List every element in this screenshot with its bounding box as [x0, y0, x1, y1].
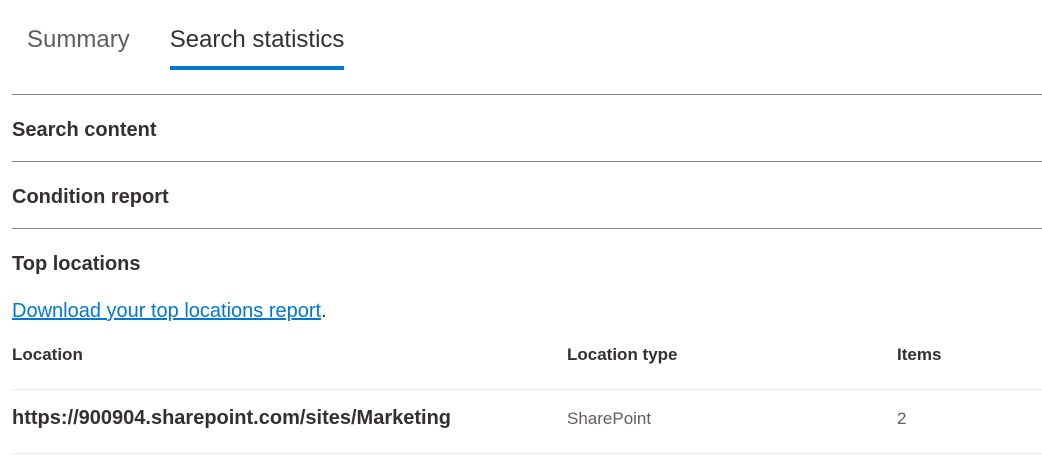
- divider: [12, 94, 1042, 95]
- cell-items: 2: [897, 409, 907, 428]
- download-suffix: .: [321, 300, 327, 322]
- cell-location-type: SharePoint: [567, 409, 652, 428]
- tab-search-statistics[interactable]: Search statistics: [169, 0, 344, 70]
- cell-location: https://900904.sharepoint.com/sites/Mark…: [12, 407, 452, 429]
- column-header-location-type[interactable]: Location type: [567, 345, 678, 365]
- divider: [12, 228, 1042, 229]
- top-locations-table: Location Location type Items https://900…: [12, 335, 1042, 454]
- section-condition-report[interactable]: Condition report: [12, 184, 169, 210]
- section-top-locations[interactable]: Top locations: [12, 251, 141, 277]
- section-search-content[interactable]: Search content: [12, 117, 156, 143]
- table-row[interactable]: https://900904.sharepoint.com/sites/Mark…: [12, 390, 1042, 454]
- divider: [12, 161, 1042, 162]
- column-header-location[interactable]: Location: [12, 345, 83, 365]
- table-header-row: Location Location type Items: [12, 335, 1042, 390]
- download-line: Download your top locations report.: [12, 298, 327, 324]
- tab-summary[interactable]: Summary: [27, 0, 130, 53]
- column-header-items[interactable]: Items: [897, 345, 941, 365]
- download-report-link[interactable]: Download your top locations report: [12, 300, 321, 322]
- tab-bar: Summary Search statistics: [12, 0, 369, 72]
